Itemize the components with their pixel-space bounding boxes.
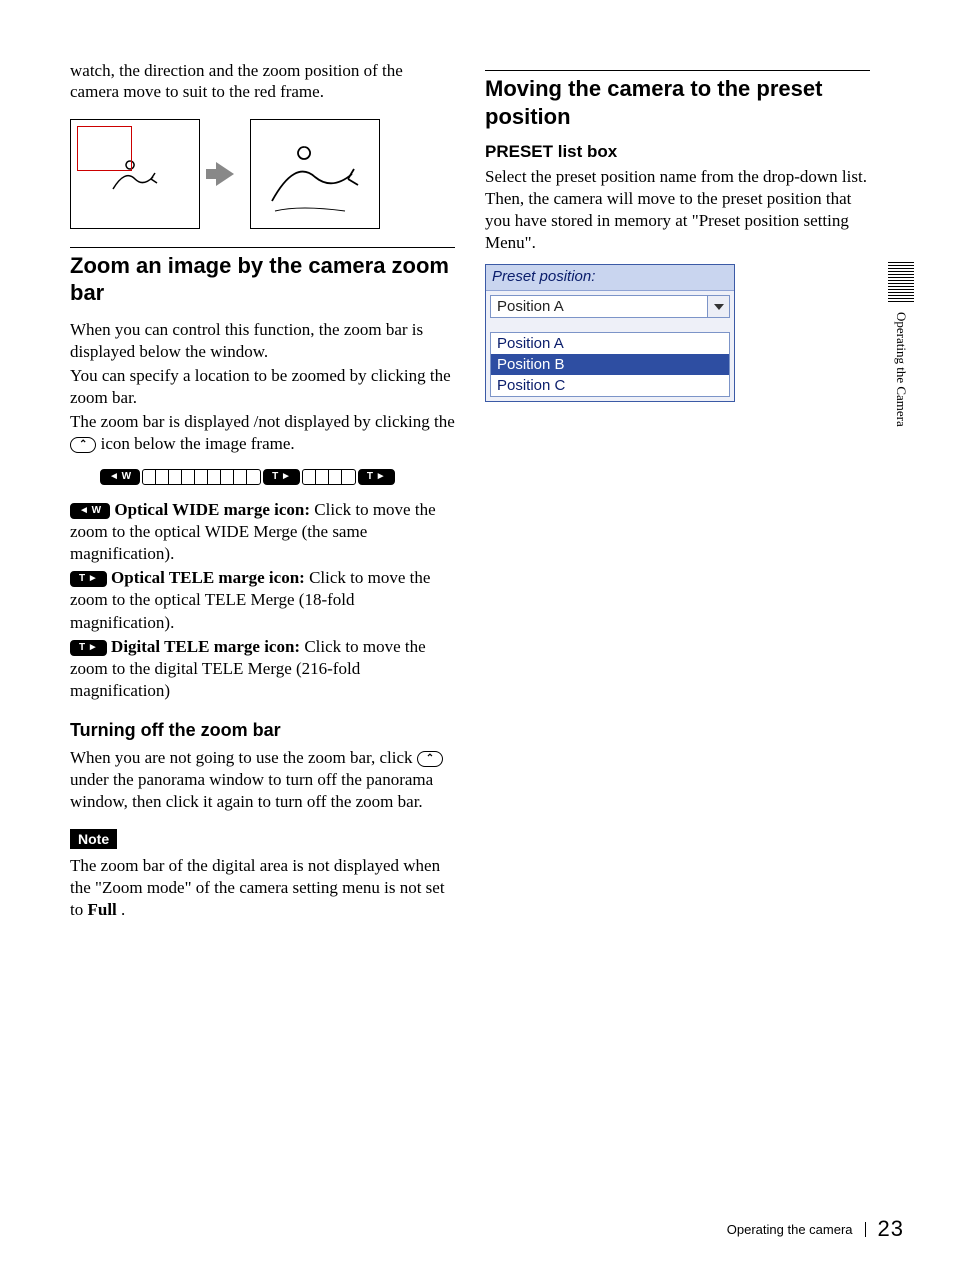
figure-after (250, 119, 380, 229)
zoom-p2: You can specify a location to be zoomed … (70, 365, 455, 409)
turn-off-t1: When you are not going to use the zoom b… (70, 748, 413, 767)
preset-option-a[interactable]: Position A (491, 333, 729, 354)
optical-tele-icon-inline: T ► (70, 571, 107, 587)
preset-options-list: Position A Position B Position C (490, 332, 730, 397)
preset-option-c[interactable]: Position C (491, 375, 729, 396)
optical-wide-desc: ◄ W Optical WIDE marge icon: Click to mo… (70, 499, 455, 565)
dt-label: Digital TELE marge icon: (111, 637, 300, 656)
preset-option-b[interactable]: Position B (491, 354, 729, 375)
page: watch, the direction and the zoom positi… (0, 0, 954, 1274)
digital-tele-icon-inline: T ► (70, 640, 107, 656)
note-a: The zoom bar of the digital area is not … (70, 856, 445, 919)
footer-section: Operating the camera (727, 1222, 866, 1237)
preset-label: Preset position: (486, 265, 734, 291)
preset-list-box: Preset position: Position A Position A P… (485, 264, 735, 402)
footer: Operating the camera 23 (0, 1216, 954, 1242)
side-tab-bars-icon (888, 262, 914, 302)
runner-large-icon (260, 129, 370, 219)
right-column: Moving the camera to the preset position… (485, 60, 870, 923)
optical-wide-icon-inline: ◄ W (70, 503, 110, 519)
preset-select[interactable]: Position A (490, 295, 730, 318)
left-column: watch, the direction and the zoom positi… (70, 60, 455, 923)
zoom-bar: ◄ W T ► T ► (100, 469, 455, 485)
side-tab: Operating the Camera (888, 262, 914, 427)
zoom-segment-optical (142, 469, 261, 485)
zoom-p3: The zoom bar is displayed /not displayed… (70, 411, 455, 455)
red-frame (77, 126, 132, 171)
turn-off-t2: under the panorama window to turn off th… (70, 770, 433, 811)
note-text: The zoom bar of the digital area is not … (70, 855, 455, 921)
toggle-icon: ⌃ (70, 437, 96, 453)
footer-page-number: 23 (878, 1216, 904, 1242)
zoom-segment-digital (302, 469, 356, 485)
digital-tele-icon: T ► (358, 469, 395, 485)
note-badge: Note (70, 829, 117, 849)
optical-wide-icon: ◄ W (100, 469, 140, 485)
preset-section-title: Moving the camera to the preset position (485, 75, 870, 130)
zoom-p3a: The zoom bar is displayed /not displayed… (70, 412, 455, 431)
section-rule (70, 247, 455, 248)
turn-off-text: When you are not going to use the zoom b… (70, 747, 455, 813)
optical-tele-desc: T ► Optical TELE marge icon: Click to mo… (70, 567, 455, 633)
preset-subtitle: PRESET list box (485, 142, 870, 162)
optical-tele-icon: T ► (263, 469, 300, 485)
intro-text: watch, the direction and the zoom positi… (70, 60, 455, 103)
note-b: Full (87, 900, 116, 919)
turn-off-title: Turning off the zoom bar (70, 720, 455, 741)
chevron-down-icon[interactable] (707, 296, 729, 317)
zoom-p3b: icon below the image frame. (101, 434, 295, 453)
zoom-p1: When you can control this function, the … (70, 319, 455, 363)
side-tab-label: Operating the Camera (893, 312, 909, 427)
toggle-icon-2: ⌃ (417, 751, 443, 767)
figure-row (70, 119, 455, 229)
section-rule-2 (485, 70, 870, 71)
preset-selected-value: Position A (491, 296, 707, 317)
note-c: . (121, 900, 125, 919)
ot-label: Optical TELE marge icon: (111, 568, 305, 587)
zoom-section-title: Zoom an image by the camera zoom bar (70, 252, 455, 307)
arrow-right-icon (216, 162, 234, 186)
ow-label: Optical WIDE marge icon: (114, 500, 310, 519)
preset-body: Select the preset position name from the… (485, 166, 870, 254)
figure-before (70, 119, 200, 229)
digital-tele-desc: T ► Digital TELE marge icon: Click to mo… (70, 636, 455, 702)
